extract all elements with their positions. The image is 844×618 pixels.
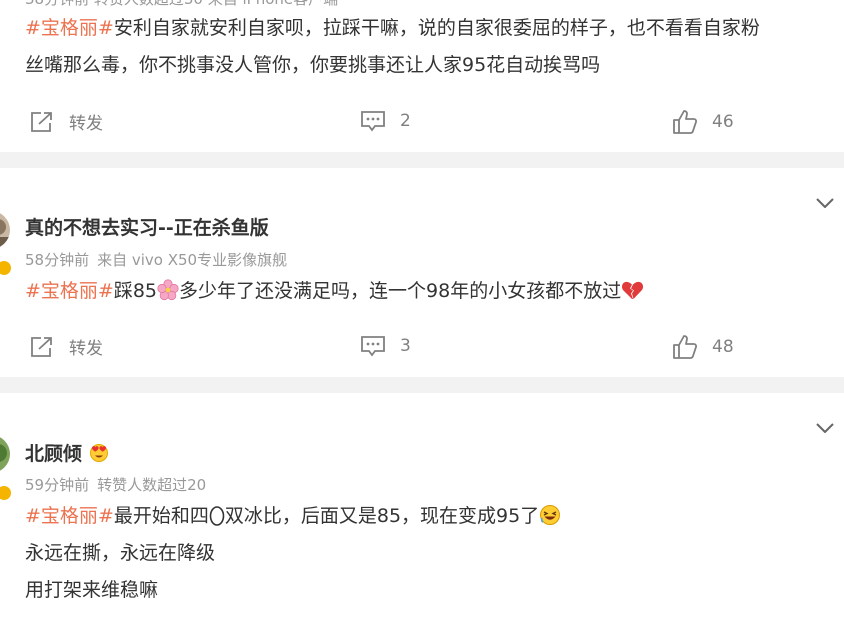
post-meta: 58分钟前 来自 vivo X50专业影像旗舰	[25, 249, 287, 270]
post-card-2: 真的不想去实习--正在杀鱼版 58分钟前 来自 vivo X50专业影像旗舰 #宝…	[0, 168, 844, 377]
post-text-line3: 用打架来维稳嘛	[25, 579, 159, 601]
hashtag-link[interactable]: #宝格丽#	[25, 280, 114, 302]
repost-icon	[31, 111, 52, 132]
repost-button[interactable]: 转发	[29, 334, 103, 359]
post-text-part: 最开始和四	[113, 505, 209, 527]
like-count: 48	[712, 337, 734, 357]
hashtag-link[interactable]: #宝格丽#	[25, 505, 114, 527]
post-meta: 38分钟前 转赞人数超过30 来自 iPhone客户端	[25, 0, 338, 9]
comment-icon	[361, 336, 385, 357]
avatar[interactable]	[0, 211, 10, 249]
like-button[interactable]: 46	[672, 109, 734, 135]
feed-divider	[0, 377, 844, 393]
post-meta: 59分钟前 转赞人数超过20	[25, 474, 206, 495]
cherry-blossom-icon	[157, 279, 179, 301]
post-text-part: 双冰比，后面又是85，现在变成95了	[224, 505, 540, 527]
feed-divider	[0, 152, 844, 168]
verified-badge-icon	[0, 260, 12, 276]
like-button[interactable]: 48	[672, 334, 734, 360]
comment-button[interactable]: 3	[360, 334, 411, 358]
comment-icon	[361, 111, 385, 132]
comment-button[interactable]: 2	[360, 109, 411, 133]
post-text: #宝格丽#最开始和四 双冰比，后面又是85，现在变成95了 永远在撕，永远在降级…	[25, 498, 835, 609]
comment-count: 3	[400, 336, 411, 356]
post-text: #宝格丽#安利自家就安利自家呗，拉踩干嘛，说的自家很委屈的样子，也不看看自家粉 …	[25, 10, 835, 84]
hashtag-link[interactable]: #宝格丽#	[25, 17, 114, 39]
post-card-3: 北顾倾 59分钟前 转赞人数超过20 #宝格丽#最开始和四 双冰比，后面又是85，…	[0, 393, 844, 618]
broken-heart-icon	[622, 281, 644, 299]
post-text-part: 踩85	[113, 280, 158, 302]
post-text-line1: 安利自家就安利自家呗，拉踩干嘛，说的自家很委屈的样子，也不看看自家粉	[113, 17, 760, 39]
chevron-down-icon[interactable]	[816, 423, 834, 433]
author-name-text[interactable]: 北顾倾	[25, 443, 82, 465]
repost-label: 转发	[69, 339, 103, 359]
post-source: 来自 vivo X50专业影像旗舰	[97, 251, 288, 269]
comment-count: 2	[400, 111, 411, 131]
post-text: #宝格丽#踩85 多少年了还没满足吗，连一个98年的小女孩都不放过	[25, 273, 835, 310]
egg-icon	[209, 506, 225, 526]
like-icon	[673, 110, 698, 134]
verified-badge-icon	[0, 485, 12, 501]
post-text-part: 多少年了还没满足吗，连一个98年的小女孩都不放过	[179, 280, 622, 302]
post-text-line2: 永远在撕，永远在降级	[25, 542, 216, 564]
post-text-line2: 丝嘴那么毒，你不挑事没人管你，你要挑事还让人家95花自动挨骂吗	[25, 54, 601, 76]
like-count: 46	[712, 112, 734, 132]
post-card-1: 38分钟前 转赞人数超过30 来自 iPhone客户端 #宝格丽#安利自家就安利…	[0, 0, 844, 152]
like-icon	[673, 335, 698, 359]
heart-eyes-icon	[90, 444, 109, 462]
author-name: 北顾倾	[25, 439, 110, 466]
post-time[interactable]: 58分钟前	[25, 251, 89, 269]
laughing-face-icon	[540, 505, 561, 525]
repost-label: 转发	[69, 114, 103, 134]
author-name[interactable]: 真的不想去实习--正在杀鱼版	[25, 213, 269, 240]
repost-icon	[31, 336, 52, 357]
repost-button[interactable]: 转发	[29, 109, 103, 134]
avatar[interactable]	[0, 435, 10, 473]
post-time[interactable]: 59分钟前	[25, 476, 89, 494]
post-stats: 转赞人数超过20	[97, 476, 207, 494]
chevron-down-icon[interactable]	[816, 198, 834, 208]
